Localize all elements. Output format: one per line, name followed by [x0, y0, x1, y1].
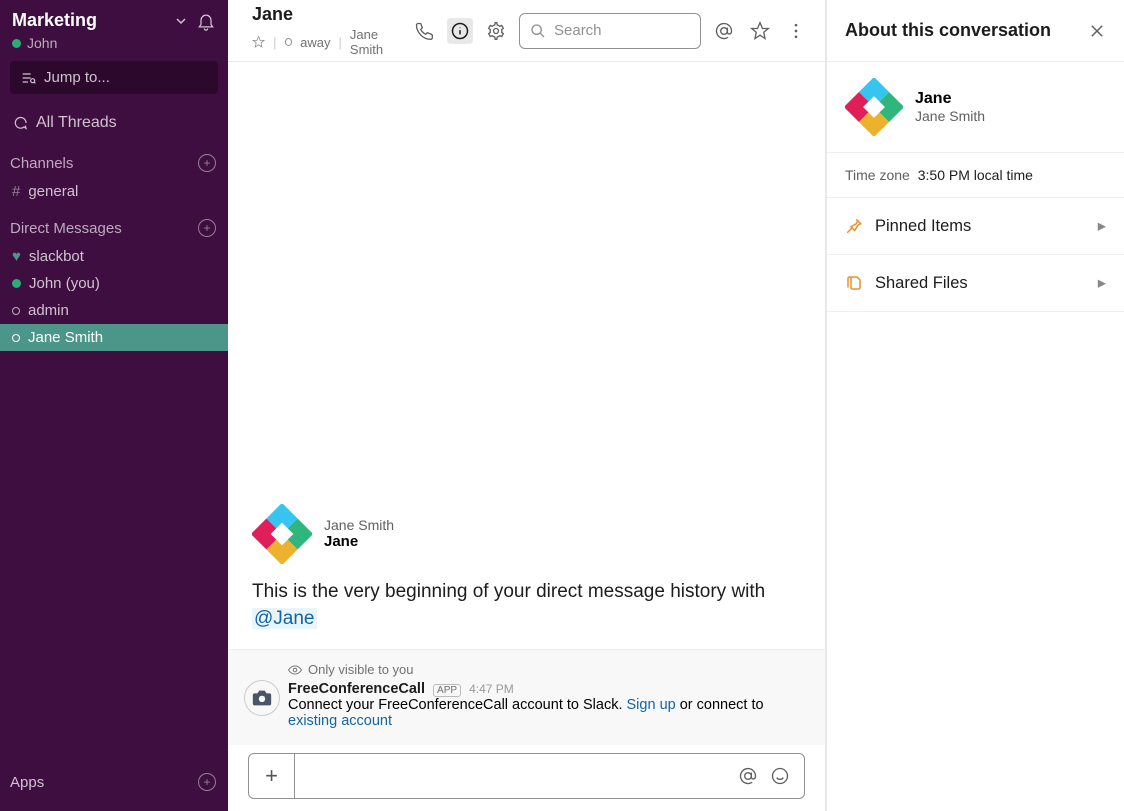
mentions-button[interactable]	[711, 18, 737, 44]
main-column: Jane | away | Jane Smith Search	[228, 0, 826, 811]
chevron-down-icon	[176, 16, 186, 26]
workspace-header[interactable]: Marketing	[0, 0, 228, 35]
gear-icon	[486, 21, 506, 41]
bell-icon[interactable]	[196, 11, 216, 31]
panel-profile-name: Jane	[915, 90, 985, 108]
sidebar: Marketing John Jump to... All Threads Ch…	[0, 0, 228, 811]
camera-icon	[251, 687, 273, 709]
conversation-title: Jane	[252, 4, 411, 25]
app-time: 4:47 PM	[469, 682, 514, 696]
current-user[interactable]: John	[0, 35, 228, 61]
threads-icon	[12, 115, 28, 131]
dm-item-admin[interactable]: admin	[0, 297, 228, 324]
search-input[interactable]: Search	[519, 13, 701, 49]
jump-icon	[20, 70, 36, 86]
presence-dot-icon	[12, 39, 21, 48]
caret-right-icon: ▸	[1098, 216, 1106, 236]
app-message-body: Connect your FreeConferenceCall account …	[288, 697, 805, 729]
existing-account-link[interactable]: existing account	[288, 713, 392, 729]
shared-files[interactable]: Shared Files ▸	[827, 255, 1124, 312]
dm-item-john[interactable]: John (you)	[0, 270, 228, 297]
files-icon	[845, 274, 863, 292]
message-composer[interactable]: +	[248, 753, 805, 799]
jump-label: Jump to...	[44, 69, 110, 86]
user-mention[interactable]: @Jane	[252, 608, 317, 629]
message-area: Jane Smith Jane This is the very beginni…	[228, 62, 825, 811]
caret-right-icon: ▸	[1098, 273, 1106, 293]
info-button[interactable]	[447, 18, 473, 44]
add-channel-icon[interactable]: +	[198, 154, 216, 172]
settings-button[interactable]	[483, 18, 509, 44]
profile-full-name: Jane Smith	[324, 517, 394, 533]
current-user-name: John	[27, 35, 57, 51]
presence-away-icon	[12, 307, 20, 315]
phone-icon	[414, 21, 434, 41]
about-panel: About this conversation Jane Jane Smith …	[826, 0, 1124, 811]
add-app-icon[interactable]: +	[198, 773, 216, 791]
channels-header[interactable]: Channels +	[0, 140, 228, 178]
dm-item-jane[interactable]: Jane Smith	[0, 324, 228, 351]
dm-item-slackbot[interactable]: ♥ slackbot	[0, 243, 228, 270]
heart-icon: ♥	[12, 248, 21, 265]
call-button[interactable]	[411, 18, 437, 44]
eye-icon	[288, 663, 302, 677]
app-sender: FreeConferenceCall	[288, 681, 425, 697]
presence-away-icon	[12, 334, 20, 342]
star-icon	[750, 21, 770, 41]
add-dm-icon[interactable]: +	[198, 219, 216, 237]
profile-display-name: Jane	[324, 533, 394, 550]
panel-title: About this conversation	[845, 20, 1051, 41]
app-badge: APP	[433, 684, 461, 697]
panel-profile-full: Jane Smith	[915, 108, 985, 124]
channel-item-general[interactable]: # general	[0, 178, 228, 205]
status-text: away	[300, 35, 330, 50]
jump-to[interactable]: Jump to...	[10, 61, 218, 94]
dm-profile-header: Jane Smith Jane	[252, 504, 801, 564]
attach-button[interactable]: +	[249, 754, 295, 798]
close-icon[interactable]	[1088, 22, 1106, 40]
timezone-row: Time zone 3:50 PM local time	[827, 153, 1124, 198]
star-icon[interactable]	[252, 35, 265, 49]
apps-header[interactable]: Apps +	[0, 759, 228, 811]
hash-icon: #	[12, 183, 20, 200]
emoji-icon[interactable]	[770, 766, 790, 786]
signup-link[interactable]: Sign up	[627, 697, 676, 713]
presence-away-icon	[285, 38, 293, 46]
topbar: Jane | away | Jane Smith Search	[228, 0, 825, 62]
at-icon[interactable]	[738, 766, 758, 786]
pinned-items[interactable]: Pinned Items ▸	[827, 198, 1124, 255]
beginning-text: This is the very beginning of your direc…	[252, 578, 801, 633]
all-threads[interactable]: All Threads	[0, 106, 228, 140]
pin-icon	[845, 217, 863, 235]
dm-header[interactable]: Direct Messages +	[0, 205, 228, 243]
full-name: Jane Smith	[350, 27, 411, 57]
app-avatar	[244, 680, 280, 716]
info-icon	[450, 21, 470, 41]
more-button[interactable]	[783, 18, 809, 44]
more-vertical-icon	[786, 21, 806, 41]
search-icon	[530, 23, 546, 39]
panel-profile[interactable]: Jane Jane Smith	[827, 62, 1124, 153]
presence-dot-icon	[12, 279, 21, 288]
avatar	[845, 78, 903, 136]
at-icon	[714, 21, 734, 41]
app-message: Only visible to you FreeConferenceCall A…	[228, 649, 825, 745]
star-list-button[interactable]	[747, 18, 773, 44]
workspace-name: Marketing	[12, 10, 97, 31]
avatar	[252, 504, 312, 564]
